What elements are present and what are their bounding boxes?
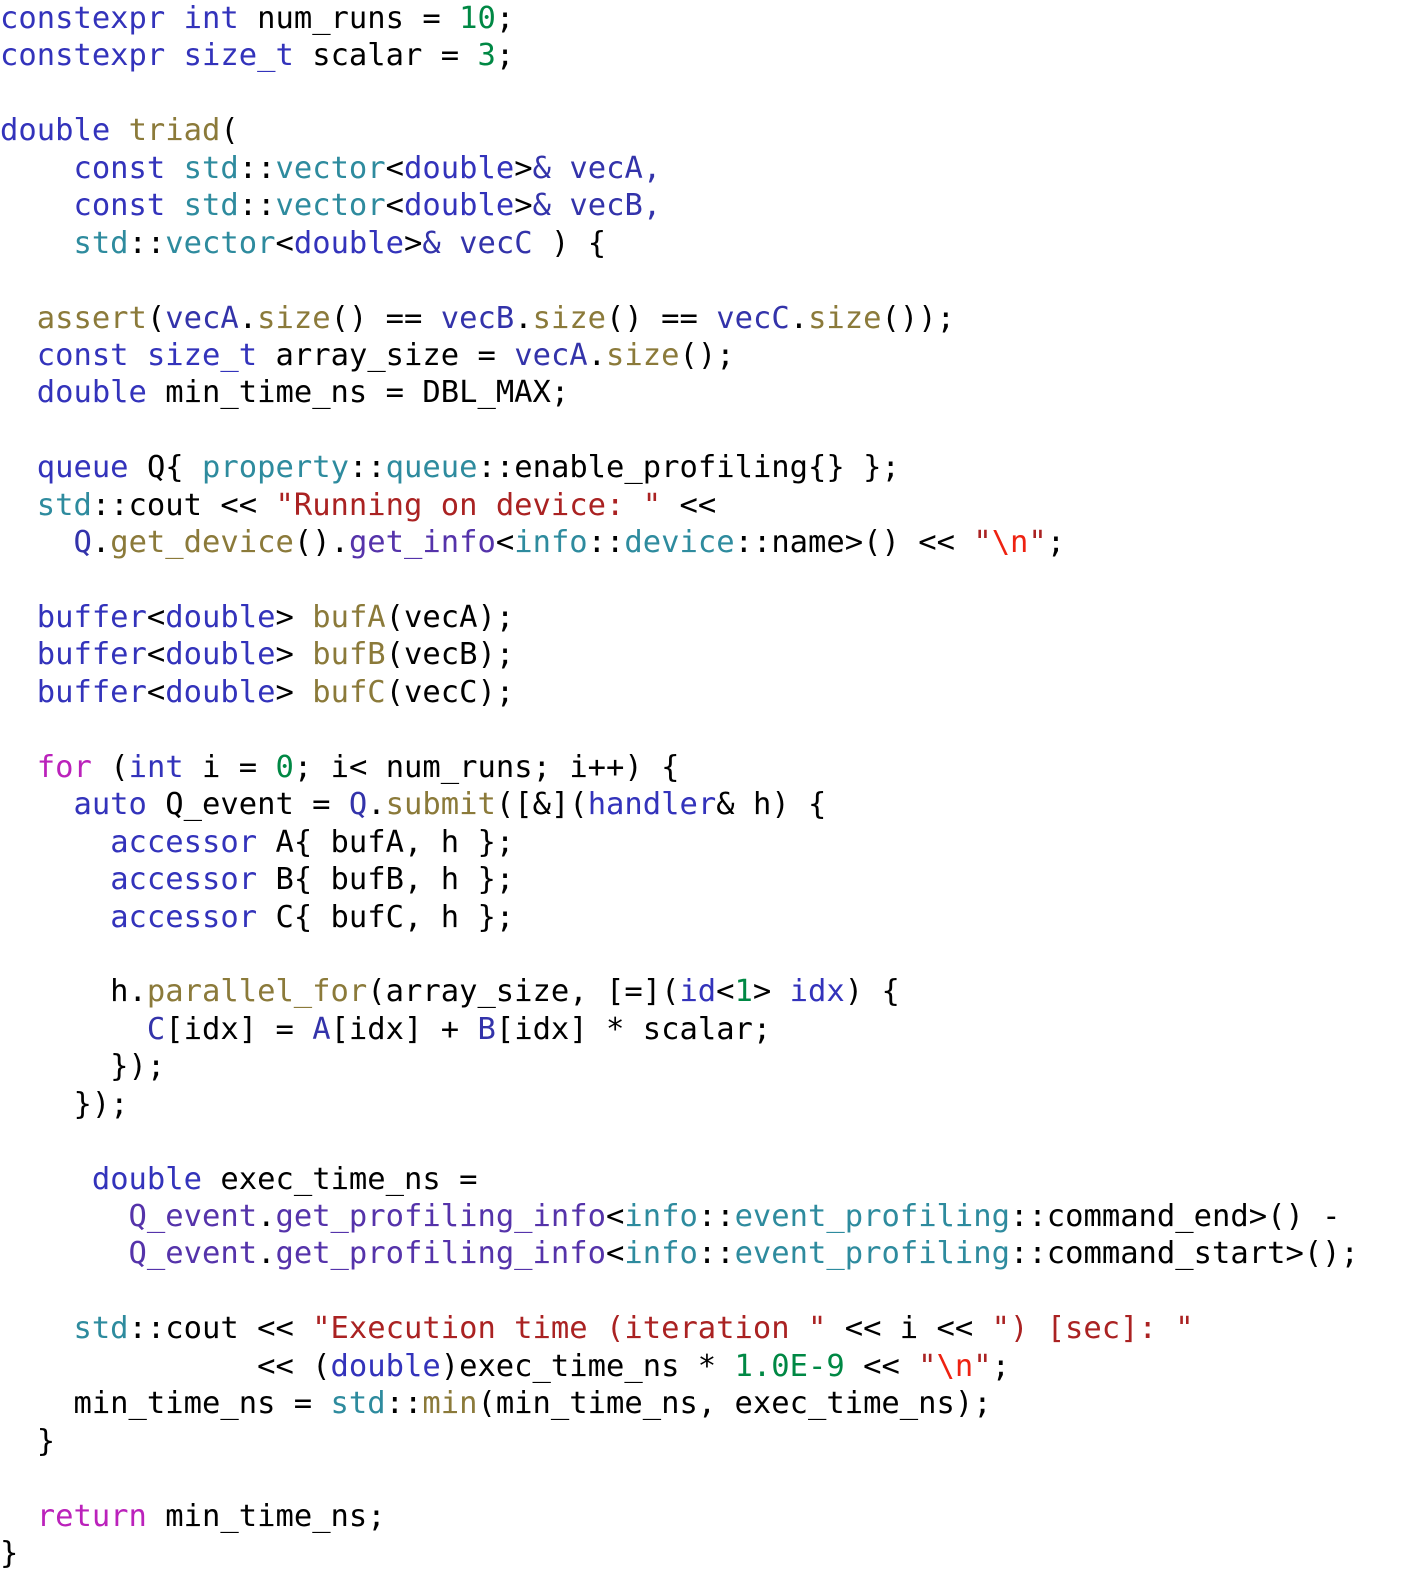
- code-line: double min_time_ns = DBL_MAX;: [36, 375, 570, 411]
- code-line: C[idx] = A[idx] + B[idx] * scalar;: [146, 1011, 772, 1047]
- code-line: buffer<double> bufB(vecB);: [36, 637, 515, 673]
- code-line: accessor A{ bufA, h };: [110, 824, 515, 860]
- code-line: std::cout << "Execution time (iteration …: [73, 1311, 1194, 1347]
- code-line-blank: [0, 412, 1425, 449]
- code-line: Q.get_device().get_info<info::device::na…: [73, 525, 1066, 561]
- code-listing: constexpr int num_runs = 10; constexpr s…: [0, 0, 1425, 1571]
- code-line: << (double)exec_time_ns * 1.0E-9 << "\n"…: [0, 1348, 1011, 1384]
- code-line-blank: [0, 262, 1425, 299]
- code-line: }: [0, 1535, 19, 1571]
- code-line-blank: [0, 1460, 1425, 1497]
- code-line: for (int i = 0; i< num_runs; i++) {: [36, 749, 680, 785]
- code-line: });: [0, 1049, 166, 1085]
- code-line: accessor C{ bufC, h };: [110, 899, 515, 935]
- code-line: constexpr int num_runs = 10;: [0, 1, 515, 36]
- code-line: Q_event.get_profiling_info<info::event_p…: [128, 1199, 1341, 1234]
- code-line: double exec_time_ns =: [91, 1161, 478, 1197]
- code-line-blank: [0, 562, 1425, 599]
- code-line-blank: [0, 75, 1425, 112]
- code-line: const std::vector<double>& vecB,: [73, 188, 662, 224]
- code-line: accessor B{ bufB, h };: [110, 862, 515, 898]
- code-line: std::vector<double>& vecC ) {: [73, 225, 607, 261]
- code-line-blank: [0, 1123, 1425, 1160]
- code-line: buffer<double> bufC(vecC);: [36, 674, 515, 710]
- code-line: double triad(: [0, 113, 239, 149]
- code-line: h.parallel_for(array_size, [=](id<1> idx…: [0, 974, 900, 1010]
- code-line: min_time_ns = std::min(min_time_ns, exec…: [0, 1386, 992, 1422]
- code-line: buffer<double> bufA(vecA);: [36, 600, 515, 635]
- code-line: constexpr size_t scalar = 3;: [0, 38, 515, 74]
- code-line: });: [0, 1086, 129, 1122]
- code-line: assert(vecA.size() == vecB.size() == vec…: [36, 300, 955, 336]
- code-line: const size_t array_size = vecA.size();: [36, 337, 735, 373]
- code-line: auto Q_event = Q.submit([&](handler& h) …: [73, 787, 827, 823]
- code-line: return min_time_ns;: [36, 1498, 386, 1534]
- code-line: const std::vector<double>& vecA,: [73, 150, 662, 186]
- code-line-blank: [0, 711, 1425, 748]
- code-line-blank: [0, 1273, 1425, 1310]
- code-line: std::cout << "Running on device: " <<: [36, 487, 717, 523]
- code-line: Q_event.get_profiling_info<info::event_p…: [128, 1236, 1359, 1272]
- code-line: queue Q{ property::queue::enable_profili…: [36, 450, 900, 486]
- code-line: }: [0, 1423, 56, 1459]
- code-line-blank: [0, 936, 1425, 973]
